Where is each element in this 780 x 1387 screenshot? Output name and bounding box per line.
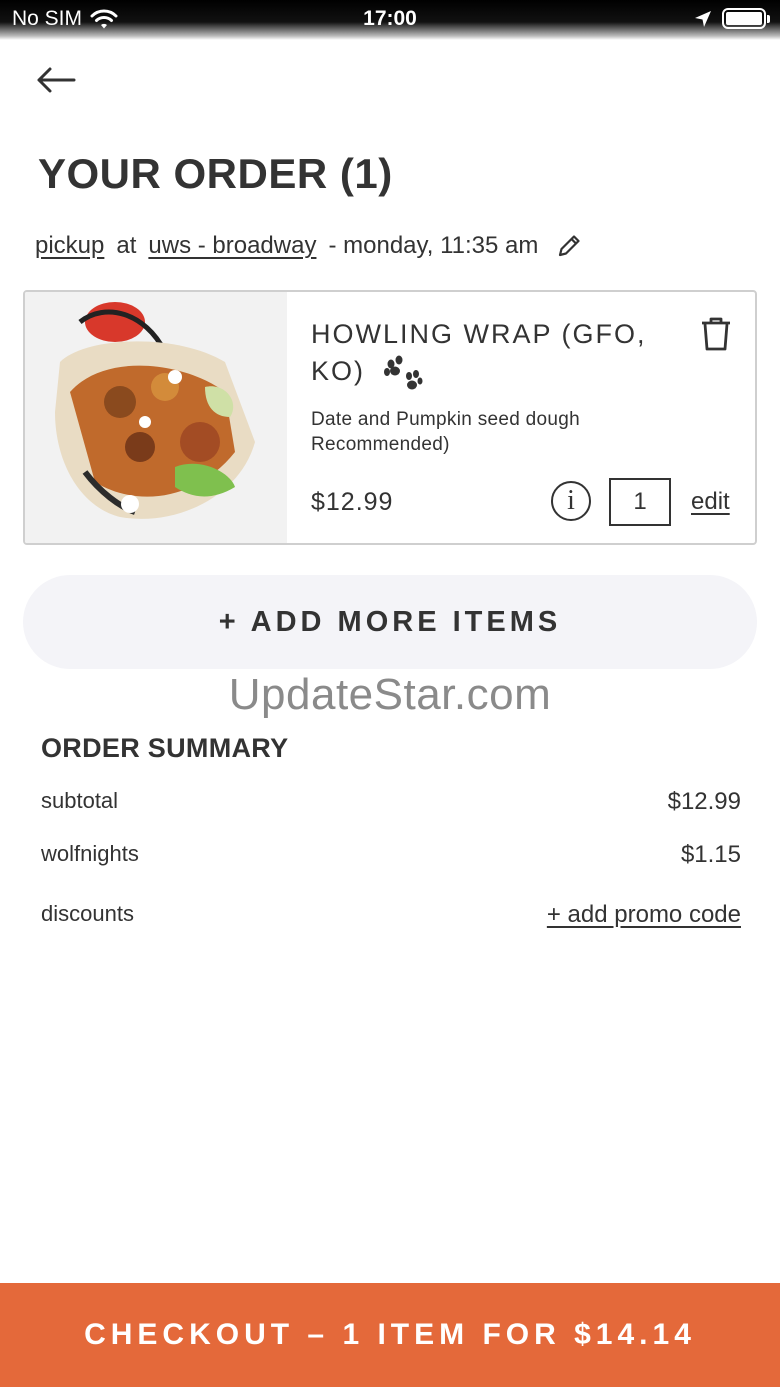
quantity-box[interactable]: 1 xyxy=(609,478,671,526)
pickup-mode-link[interactable]: pickup xyxy=(35,232,104,260)
status-time: 17:00 xyxy=(363,7,417,30)
item-photo xyxy=(25,292,287,543)
edit-item-link[interactable]: edit xyxy=(691,488,730,516)
add-more-items-button[interactable]: + ADD MORE ITEMS xyxy=(23,575,757,669)
status-bar: No SIM 17:00 xyxy=(0,0,780,40)
battery-icon xyxy=(722,8,770,29)
back-arrow-icon[interactable] xyxy=(34,60,80,100)
pickup-details: pickup at uws - broadway - monday, 11:35… xyxy=(35,232,582,260)
summary-label: discounts xyxy=(41,901,134,926)
trash-icon[interactable] xyxy=(699,316,733,352)
info-icon[interactable]: i xyxy=(551,481,591,521)
pencil-icon[interactable] xyxy=(556,233,582,259)
location-arrow-icon xyxy=(695,10,711,27)
summary-label: wolfnights xyxy=(41,841,139,866)
pickup-at-label: at xyxy=(116,232,137,259)
item-name: HOWLING WRAP (GFO, KO) xyxy=(311,316,671,391)
watermark-text: UpdateStar.com xyxy=(228,670,552,719)
pickup-time: - monday, 11:35 am xyxy=(328,232,539,259)
paw-icon xyxy=(383,355,423,390)
status-right xyxy=(694,8,770,29)
summary-value: $12.99 xyxy=(667,788,741,815)
checkout-button[interactable]: CHECKOUT – 1 ITEM FOR $14.14 xyxy=(0,1283,780,1387)
item-name-text: HOWLING WRAP (GFO, KO) xyxy=(311,319,647,386)
summary-label: subtotal xyxy=(41,788,119,813)
summary-value: $1.15 xyxy=(680,841,741,868)
pickup-location-link[interactable]: uws - broadway xyxy=(148,232,316,260)
page-title: YOUR ORDER (1) xyxy=(38,150,393,197)
order-summary-title: ORDER SUMMARY xyxy=(41,733,289,763)
cart-item-card: HOWLING WRAP (GFO, KO) Date and Pumpkin … xyxy=(23,290,757,545)
add-promo-code-link[interactable]: + add promo code xyxy=(547,901,741,929)
item-price: $12.99 xyxy=(311,488,394,516)
item-description: Date and Pumpkin seed dough Recommended) xyxy=(311,409,581,455)
